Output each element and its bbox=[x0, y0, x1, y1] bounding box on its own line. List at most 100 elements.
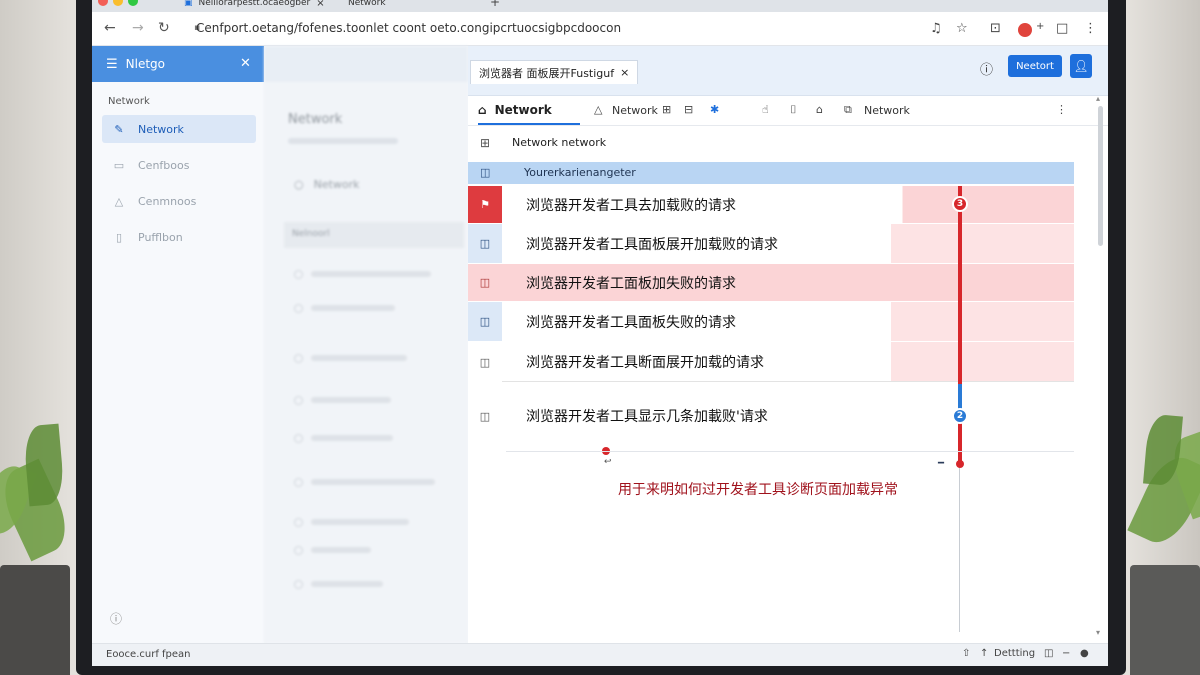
reload-icon[interactable]: ↻ bbox=[158, 20, 170, 36]
scroll-up-icon[interactable]: ▴ bbox=[1096, 94, 1100, 103]
column-icon: ◫ bbox=[480, 166, 491, 179]
minus-icon[interactable]: − bbox=[1062, 648, 1070, 659]
browser-tab-1-label: Nelliorarpestt.ocaeogber bbox=[198, 0, 311, 8]
sidebar-item-label: Network bbox=[138, 122, 184, 136]
request-label: 浏览器开发者工具去加载败的请求 bbox=[526, 197, 736, 214]
list-item bbox=[294, 433, 393, 443]
panel-toggle-icon[interactable]: ◫ bbox=[1044, 648, 1053, 659]
add-icon[interactable]: + bbox=[1036, 21, 1044, 32]
sidebar-item-label: Cenmnoos bbox=[138, 194, 197, 208]
table-icon[interactable]: ⊞ bbox=[480, 136, 490, 150]
request-type-icon: ◫ bbox=[468, 302, 502, 341]
table-row[interactable]: ◫ 浏览器开发者工具面板展开加载败的请求 bbox=[468, 224, 1074, 263]
devtools-tab-bar: 浏览器者 面板展开Fustiguf × ⓘ Neetort 👤︎ bbox=[468, 46, 1108, 96]
sidebar-title: Nletgo bbox=[125, 57, 166, 71]
minimize-window-button[interactable] bbox=[113, 0, 123, 6]
browser-tab-1[interactable]: ▣ Nelliorarpestt.ocaeogber × bbox=[184, 0, 325, 10]
list-item bbox=[294, 477, 435, 487]
list-item bbox=[294, 353, 407, 363]
forward-arrow-icon[interactable]: → bbox=[132, 20, 144, 36]
new-tab-button[interactable]: + bbox=[490, 0, 500, 9]
url-field[interactable]: Cenfport.oetang/fofenes.toonlet coont oe… bbox=[196, 21, 621, 35]
sidebar-close-icon[interactable]: ✕ bbox=[240, 56, 251, 71]
profile-avatar-icon[interactable] bbox=[1018, 23, 1032, 37]
browser-tab-2-label: Network bbox=[348, 0, 386, 8]
device-icon[interactable]: ⌷ bbox=[790, 103, 797, 117]
middle-pane-band: Nelnoorl bbox=[284, 222, 464, 248]
window-square-icon[interactable]: □ bbox=[1056, 21, 1068, 36]
list-item bbox=[294, 303, 395, 313]
sidebar-item-cenmnoos[interactable]: △ Cenmnoos bbox=[102, 187, 256, 215]
collapse-icon[interactable]: ━ bbox=[938, 458, 944, 469]
lock-icon[interactable]: ⌂ bbox=[816, 103, 823, 116]
middle-pane-link[interactable]: ○ Network bbox=[294, 178, 360, 191]
devtools-file-tab-label: 浏览器者 面板展开Fustiguf bbox=[479, 66, 615, 80]
extension-icon[interactable]: ⊡ bbox=[990, 21, 1001, 36]
devtools-toolbar: ⌂ Network △ Network ⊞ ⊟ ✱ ☝︎ ⌷ ⌂ ⧉ Netwo… bbox=[468, 96, 1108, 126]
devtools-file-tab[interactable]: 浏览器者 面板展开Fustiguf × bbox=[470, 60, 639, 84]
tab-network[interactable]: ⌂ Network bbox=[478, 96, 580, 125]
layout-icon[interactable]: ⊟ bbox=[684, 103, 693, 116]
list-item bbox=[294, 545, 371, 555]
info-count-badge[interactable]: 2 bbox=[952, 408, 968, 424]
list-item bbox=[294, 579, 383, 589]
panel-icon[interactable]: ⧉ bbox=[844, 103, 852, 117]
waterfall-end-dot bbox=[956, 460, 964, 468]
table-row[interactable]: ⚑ 浏览器开发者工具去加载败的请求 bbox=[468, 186, 1074, 223]
return-icon[interactable]: ↩ bbox=[604, 457, 612, 467]
list-item bbox=[294, 269, 431, 279]
address-bar-row: ← → ↻ ▪ Cenfport.oetang/fofenes.toonlet … bbox=[92, 12, 1108, 46]
more-vertical-icon[interactable]: ⋮ bbox=[1056, 103, 1067, 116]
scroll-down-icon[interactable]: ▾ bbox=[1096, 628, 1100, 637]
document-icon: ▭ bbox=[113, 158, 125, 172]
sidebar-item-network[interactable]: ✎ Network bbox=[102, 115, 256, 143]
notification-bell-icon[interactable]: ♫ bbox=[930, 21, 942, 36]
network-button[interactable]: Neetort bbox=[1008, 55, 1062, 77]
tab-favicon: ▣ bbox=[184, 0, 193, 8]
network-edit-icon: ✎ bbox=[114, 122, 124, 136]
scrollbar-thumb[interactable] bbox=[1098, 106, 1103, 246]
back-arrow-icon[interactable]: ← bbox=[104, 20, 116, 36]
share-icon[interactable]: ⇧ bbox=[962, 648, 970, 659]
toolbar-network-label[interactable]: Network bbox=[612, 104, 658, 117]
diagnostic-message: 用于来明如何过开发者工具诊断页面加载异常 bbox=[618, 482, 898, 498]
help-icon[interactable]: ⓘ bbox=[110, 610, 122, 627]
bookmark-star-icon[interactable]: ☆ bbox=[956, 21, 968, 36]
table-row[interactable]: ◫ 浏览器开发者工具面板失败的请求 bbox=[468, 302, 1074, 341]
maximize-window-button[interactable] bbox=[128, 0, 138, 6]
more-vertical-icon[interactable]: ⋮ bbox=[1084, 21, 1097, 36]
user-account-button[interactable]: 👤︎ bbox=[1070, 54, 1092, 78]
middle-pane-title: Network bbox=[288, 112, 343, 127]
error-count-badge[interactable]: 3 bbox=[952, 196, 968, 212]
file-icon: ▯ bbox=[115, 230, 123, 244]
table-row[interactable]: ◫ 浏览器开发者工具断面展开加载的请求 bbox=[468, 342, 1074, 382]
close-window-button[interactable] bbox=[98, 0, 108, 6]
request-type-icon: ◫ bbox=[479, 409, 491, 423]
grid-icon[interactable]: ⊞ bbox=[662, 103, 671, 116]
warning-icon[interactable]: △ bbox=[594, 103, 602, 116]
status-bar: Eooce.curf fpean ⇧ ↑ Dettting ◫ − ● bbox=[92, 643, 1108, 666]
browser-tab-2[interactable]: Network bbox=[348, 0, 386, 10]
table-row[interactable]: ◫ 浏览器开发者工面板加失败的请求 bbox=[468, 264, 1074, 301]
request-label: 浏览器开发者工具面板失败的请求 bbox=[526, 314, 736, 331]
toolbar-network-label-2[interactable]: Network bbox=[864, 104, 910, 117]
user-icon: 👤︎ bbox=[1073, 59, 1089, 73]
pointer-icon[interactable]: ☝︎ bbox=[762, 103, 769, 116]
upload-icon[interactable]: ↑ bbox=[980, 648, 988, 659]
settings-label[interactable]: Dettting bbox=[994, 648, 1035, 659]
hamburger-menu-icon[interactable]: ☰ bbox=[106, 57, 118, 72]
status-circle-icon[interactable]: ● bbox=[1080, 648, 1089, 659]
tab-network-label: Network bbox=[494, 102, 552, 117]
sidebar-item-cenfboos[interactable]: ▭ Cenfboos bbox=[102, 151, 256, 179]
divider bbox=[506, 451, 1074, 452]
waterfall-error-bar bbox=[958, 186, 962, 384]
browser-window: ▣ Nelliorarpestt.ocaeogber × Network + ←… bbox=[92, 0, 1108, 666]
tab-close-icon[interactable]: × bbox=[316, 0, 324, 9]
background-plant-left bbox=[0, 375, 80, 675]
sidebar-item-pufflbon[interactable]: ▯ Pufflbon bbox=[102, 223, 256, 251]
request-label: 浏览器开发者工具断面展开加载的请求 bbox=[526, 355, 764, 371]
info-circle-icon[interactable]: ⓘ bbox=[980, 59, 993, 78]
tab-close-icon[interactable]: × bbox=[620, 66, 629, 79]
pin-icon[interactable]: ✱ bbox=[710, 103, 719, 116]
table-row[interactable]: ◫ 浏览器开发者工具显示几条加載败'请求 bbox=[468, 398, 1074, 434]
